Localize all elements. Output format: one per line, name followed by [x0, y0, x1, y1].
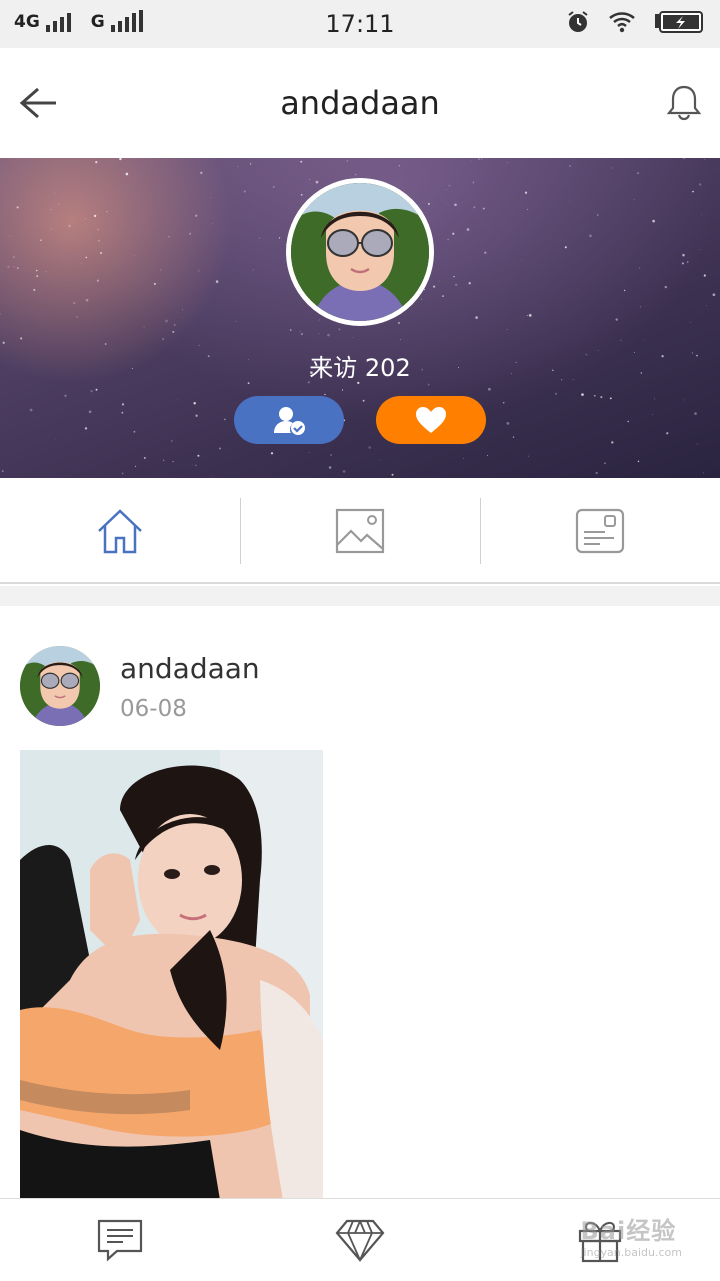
page-title: andadaan	[280, 84, 440, 122]
battery-charging-icon	[655, 11, 703, 33]
home-icon	[98, 509, 142, 554]
watermark: Bai经验 jingyan.baidu.com	[580, 1211, 682, 1259]
diamond-icon	[335, 1219, 385, 1262]
message-icon	[97, 1219, 143, 1262]
section-separator	[0, 586, 720, 606]
profile-banner: 来访 202	[0, 158, 720, 478]
profile-tabs	[0, 478, 720, 584]
profile-card-icon	[575, 508, 625, 554]
nav-diamond[interactable]	[240, 1199, 480, 1281]
heart-icon	[416, 407, 446, 433]
avatar[interactable]	[286, 178, 434, 326]
post-author-name[interactable]: andadaan	[120, 652, 260, 685]
bell-icon[interactable]	[666, 84, 702, 122]
follow-button[interactable]	[234, 396, 344, 444]
wifi-icon	[609, 12, 635, 33]
tab-profile-info[interactable]	[480, 478, 720, 584]
tab-home[interactable]	[0, 478, 240, 584]
bottom-navigation: Bai经验 jingyan.baidu.com	[0, 1198, 720, 1280]
watermark-brand: Bai经验	[580, 1217, 677, 1245]
app-header: andadaan	[0, 48, 720, 158]
visits-count: 来访 202	[309, 354, 411, 382]
alarm-icon	[568, 11, 588, 32]
tab-photos[interactable]	[240, 478, 480, 584]
user-check-icon	[274, 407, 305, 435]
like-button[interactable]	[376, 396, 486, 444]
post-author-avatar[interactable]	[20, 646, 100, 726]
post-date: 06-08	[120, 696, 187, 722]
status-bar: 4G G 17:11	[0, 0, 720, 48]
nav-messages[interactable]	[0, 1199, 240, 1281]
image-icon	[335, 508, 385, 554]
post-photo[interactable]	[20, 750, 323, 1200]
watermark-url: jingyan.baidu.com	[580, 1246, 682, 1259]
